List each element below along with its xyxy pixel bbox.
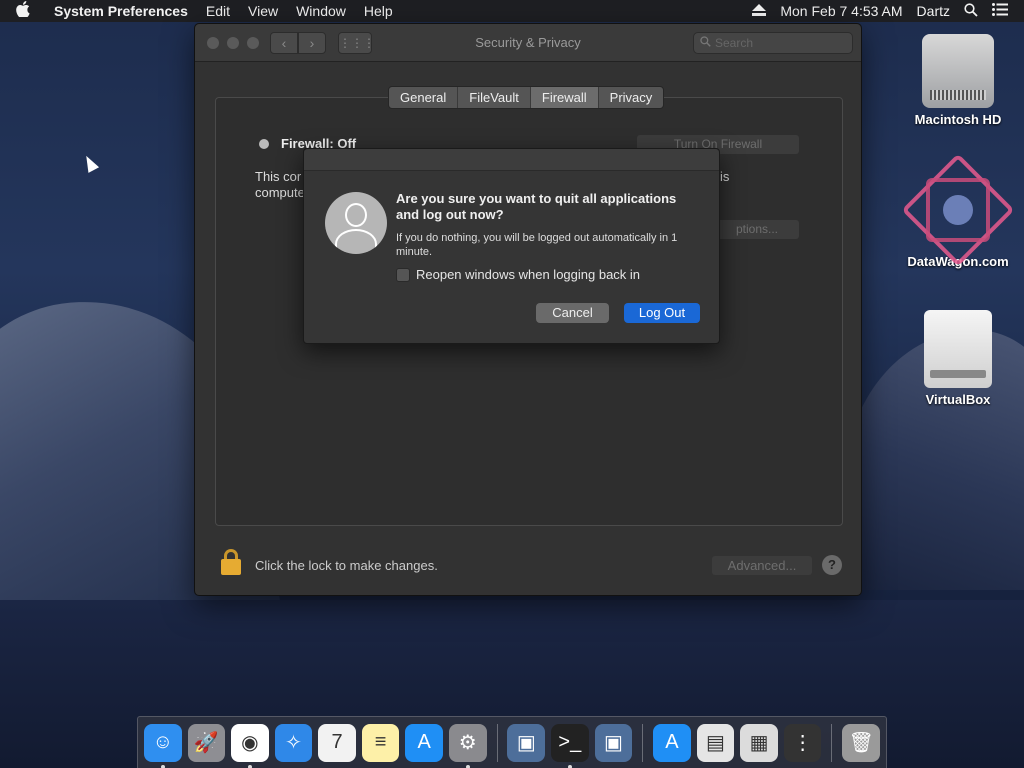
advanced-button[interactable]: Advanced...	[712, 556, 812, 575]
log-out-button[interactable]: Log Out	[624, 303, 700, 323]
tab-privacy[interactable]: Privacy	[599, 87, 664, 108]
lock-hint-text: Click the lock to make changes.	[255, 558, 438, 573]
desktop-icon-virtualbox[interactable]: VirtualBox	[898, 310, 1018, 407]
dialog-titlebar	[304, 149, 719, 171]
help-button[interactable]: ?	[822, 555, 842, 575]
dock-app-store-download-icon[interactable]: A	[653, 723, 691, 762]
menu-help[interactable]: Help	[355, 3, 402, 19]
tab-general[interactable]: General	[389, 87, 459, 108]
dock-separator	[496, 723, 498, 762]
status-indicator-icon	[259, 138, 269, 149]
lock-icon[interactable]	[221, 549, 241, 575]
reopen-windows-checkbox[interactable]: Reopen windows when logging back in	[396, 267, 640, 282]
checkbox-icon[interactable]	[396, 267, 410, 282]
dock-document-icon[interactable]: ▤	[696, 723, 735, 762]
dialog-title: Are you sure you want to quit all applic…	[396, 191, 677, 222]
search-icon	[700, 36, 711, 50]
mouse-cursor-icon	[80, 153, 100, 173]
datawagon-icon	[901, 153, 1015, 267]
dock-chrome-icon[interactable]: ◉	[231, 723, 269, 768]
firewall-description-tail: is	[720, 169, 730, 184]
desktop-icon-label: Macintosh HD	[914, 112, 1002, 127]
dock-system-preferences-icon[interactable]: ⚙	[448, 723, 487, 768]
menu-window[interactable]: Window	[287, 3, 355, 19]
menu-bar: System Preferences Edit View Window Help…	[0, 0, 1024, 22]
tab-filevault[interactable]: FileVault	[458, 87, 531, 108]
running-indicator	[465, 764, 470, 768]
logout-confirmation-dialog: Are you sure you want to quit all applic…	[303, 148, 720, 344]
notification-center-icon[interactable]	[992, 3, 1008, 19]
menu-app-name[interactable]: System Preferences	[46, 3, 197, 19]
disk-image-icon	[924, 310, 992, 388]
dock-downloads-icon[interactable]: ⋮	[783, 723, 822, 762]
spotlight-search-icon[interactable]	[964, 2, 978, 20]
desktop-icon-macintosh-hd[interactable]: Macintosh HD	[898, 34, 1018, 127]
dock-virtualbox-manager-icon[interactable]: ▣	[594, 723, 633, 762]
firewall-options-button[interactable]: ptions...	[715, 220, 799, 239]
dock-safari-icon[interactable]: ✧	[274, 723, 313, 762]
dock-separator	[642, 723, 644, 762]
dock-app-store-icon[interactable]: A	[405, 723, 443, 762]
desktop-icon-datawagon[interactable]: DataWagon.com	[898, 153, 1018, 269]
dock-terminal-icon[interactable]: >_	[551, 723, 589, 768]
dock-screenshot-icon[interactable]: ▦	[740, 723, 778, 762]
window-titlebar: ‹ › ⋮⋮⋮ Security & Privacy	[195, 24, 861, 62]
dock-separator	[831, 723, 833, 762]
dock-trash-icon[interactable]: 🗑	[842, 723, 880, 762]
menu-edit[interactable]: Edit	[197, 3, 239, 19]
tab-firewall[interactable]: Firewall	[530, 87, 599, 108]
dock-finder-icon[interactable]: ☺	[144, 723, 182, 768]
search-input[interactable]	[715, 36, 845, 50]
running-indicator	[568, 764, 573, 768]
desktop-icon-label: VirtualBox	[925, 392, 991, 407]
search-field[interactable]	[693, 32, 853, 54]
hard-drive-icon	[922, 34, 994, 108]
menu-view[interactable]: View	[239, 3, 287, 19]
eject-icon[interactable]	[752, 3, 767, 19]
dialog-subtitle: If you do nothing, you will be logged ou…	[396, 232, 678, 258]
running-indicator	[161, 764, 165, 768]
menu-user[interactable]: Dartz	[917, 3, 950, 19]
menu-clock[interactable]: Mon Feb 7 4:53 AM	[780, 3, 902, 19]
running-indicator	[248, 764, 253, 768]
user-avatar-icon	[325, 192, 387, 254]
dock-launchpad-icon[interactable]: 🚀	[187, 723, 226, 762]
apple-menu-icon[interactable]	[0, 1, 46, 21]
dock: ☺ 🚀 ◉ ✧ 7 ≡ A ⚙ ▣ >_ ▣ A ▤ ▦ ⋮ 🗑	[137, 716, 887, 768]
preference-tabs: General FileVault Firewall Privacy	[388, 86, 665, 109]
reopen-windows-label[interactable]: Reopen windows when logging back in	[416, 267, 640, 282]
firewall-description: This cor compute	[255, 169, 305, 200]
cancel-button[interactable]: Cancel	[536, 303, 609, 323]
dock-notes-icon[interactable]: ≡	[361, 723, 400, 762]
dock-calendar-icon[interactable]: 7	[318, 723, 356, 762]
dock-virtualbox-icon[interactable]: ▣	[507, 723, 546, 762]
